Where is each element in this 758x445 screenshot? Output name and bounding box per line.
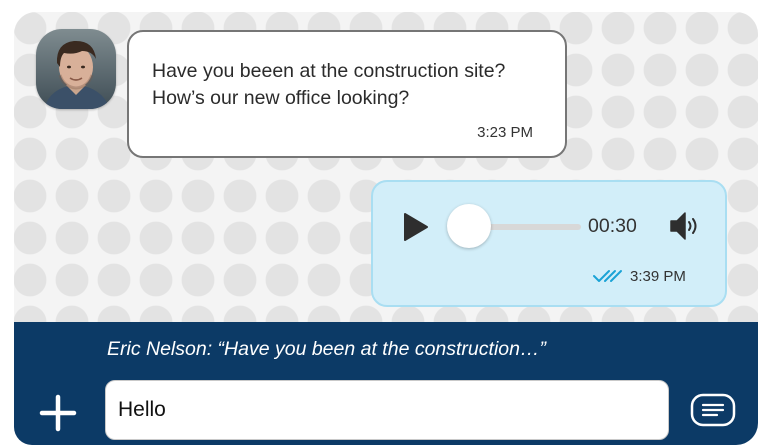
message-icon[interactable] bbox=[689, 392, 737, 428]
incoming-message-text: Have you beeen at the construction site?… bbox=[152, 60, 506, 109]
voice-message-status: 3:39 PM bbox=[593, 266, 686, 286]
volume-icon[interactable] bbox=[668, 209, 702, 243]
reply-preview[interactable]: Eric Nelson: “Have you been at the const… bbox=[107, 338, 546, 361]
message-input[interactable] bbox=[105, 380, 669, 440]
incoming-message-time: 3:23 PM bbox=[477, 124, 533, 141]
audio-scrubber-knob[interactable] bbox=[447, 204, 491, 248]
composer-bar: Eric Nelson: “Have you been at the const… bbox=[14, 322, 758, 445]
avatar-image bbox=[36, 29, 116, 109]
voice-message-bubble[interactable]: 00:30 3:39 PM bbox=[371, 180, 727, 307]
play-icon[interactable] bbox=[403, 212, 429, 242]
audio-duration: 00:30 bbox=[588, 215, 637, 237]
chat-window: Have you beeen at the construction site?… bbox=[14, 12, 758, 445]
double-check-icon bbox=[593, 270, 622, 282]
voice-message-time: 3:39 PM bbox=[630, 267, 686, 285]
avatar[interactable] bbox=[36, 29, 116, 109]
incoming-message-bubble[interactable]: Have you beeen at the construction site?… bbox=[127, 30, 567, 158]
plus-icon[interactable] bbox=[39, 394, 77, 432]
